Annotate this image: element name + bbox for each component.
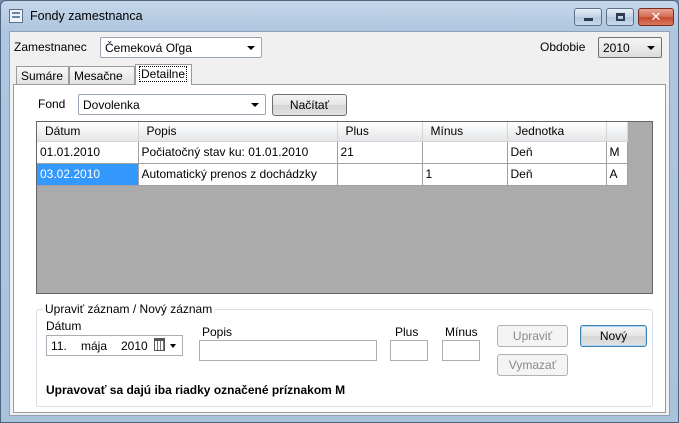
date-picker[interactable]: 11. mája 2010	[46, 335, 183, 356]
fund-select[interactable]: Dovolenka	[78, 94, 266, 115]
records-table: Dátum Popis Plus Mínus Jednotka 01.01.20…	[37, 122, 628, 186]
cell-datum[interactable]: 01.01.2010	[37, 141, 139, 164]
chevron-down-icon	[647, 46, 655, 50]
employee-select[interactable]: Čemeková Oľga	[100, 37, 262, 58]
title-bar[interactable]: Fondy zamestnanca ✕	[1, 1, 678, 31]
column-header-flag[interactable]	[606, 122, 628, 142]
records-grid: Dátum Popis Plus Mínus Jednotka 01.01.20…	[36, 121, 653, 294]
fund-label: Fond	[38, 97, 66, 111]
desc-input[interactable]	[199, 340, 377, 361]
grid-header-row: Dátum Popis Plus Mínus Jednotka	[37, 122, 628, 142]
cell-flag[interactable]: A	[606, 163, 628, 186]
tab-detailne[interactable]: Detailne	[135, 64, 192, 85]
maximize-button[interactable]	[606, 8, 634, 26]
cell-popis[interactable]: Automatický prenos z dochádzky	[138, 163, 338, 186]
app-icon	[9, 9, 23, 23]
cell-jednotka[interactable]: Deň	[507, 141, 607, 164]
column-header-minus[interactable]: Mínus	[422, 122, 508, 142]
cell-plus[interactable]: 21	[337, 141, 423, 164]
tab-panel-detailne: Fond Dovolenka Načítať Dátum Popis Plus	[13, 84, 666, 413]
new-button[interactable]: Nový	[580, 325, 647, 347]
close-icon: ✕	[650, 9, 662, 25]
cell-datum[interactable]: 03.02.2010	[37, 163, 139, 186]
plus-input[interactable]	[390, 340, 428, 361]
employee-label: Zamestnanec	[14, 40, 87, 54]
cell-minus[interactable]	[422, 141, 508, 164]
date-day: 11.	[51, 339, 67, 353]
client-area: Zamestnanec Čemeková Oľga Obdobie 2010 S…	[9, 31, 670, 416]
tab-sumare[interactable]: Sumáre	[16, 66, 69, 84]
chevron-down-icon	[247, 46, 255, 50]
employee-value: Čemeková Oľga	[105, 41, 192, 55]
tab-label: Mesačne	[74, 69, 123, 83]
load-button[interactable]: Načítať	[272, 94, 347, 116]
cell-minus[interactable]: 1	[422, 163, 508, 186]
column-header-plus[interactable]: Plus	[337, 122, 423, 142]
close-button[interactable]: ✕	[638, 8, 674, 26]
date-year: 2010	[121, 339, 148, 353]
chevron-down-icon	[251, 103, 259, 107]
period-select[interactable]: 2010	[598, 37, 662, 58]
cell-plus[interactable]	[337, 163, 423, 186]
tab-label: Sumáre	[21, 69, 64, 83]
date-label: Dátum	[46, 319, 82, 333]
plus-label: Plus	[395, 325, 419, 339]
app-window: Fondy zamestnanca ✕ Zamestnanec Čemeková…	[0, 0, 679, 423]
column-header-datum[interactable]: Dátum	[37, 122, 139, 142]
date-month: mája	[81, 339, 108, 353]
period-label: Obdobie	[540, 40, 586, 54]
desc-label: Popis	[202, 325, 233, 339]
tab-label: Detailne	[138, 66, 188, 82]
cell-jednotka[interactable]: Deň	[507, 163, 607, 186]
calendar-icon	[154, 338, 165, 351]
delete-button[interactable]: Vymazať	[497, 354, 568, 376]
minimize-icon	[583, 18, 593, 21]
edit-note: Upravovať sa dajú iba riadky označené pr…	[46, 383, 346, 397]
column-header-popis[interactable]: Popis	[138, 122, 338, 142]
window-title: Fondy zamestnanca	[30, 9, 143, 23]
table-row[interactable]: 01.01.2010 Počiatočný stav ku: 01.01.201…	[37, 141, 628, 164]
maximize-icon	[615, 13, 625, 21]
minimize-button[interactable]	[574, 8, 602, 26]
chevron-down-icon	[170, 344, 176, 348]
edit-button[interactable]: Upraviť	[497, 325, 568, 347]
minus-label: Mínus	[445, 325, 478, 339]
tab-mesacne[interactable]: Mesačne	[69, 66, 135, 84]
table-row[interactable]: 03.02.2010 Automatický prenos z dochádzk…	[37, 163, 628, 186]
edit-groupbox: Upraviť záznam / Nový záznam Dátum 11. m…	[36, 302, 653, 407]
cell-popis[interactable]: Počiatočný stav ku: 01.01.2010	[138, 141, 338, 164]
period-value: 2010	[603, 41, 630, 55]
fund-value: Dovolenka	[83, 98, 140, 112]
edit-group-title: Upraviť záznam / Nový záznam	[43, 302, 215, 316]
column-header-jednotka[interactable]: Jednotka	[507, 122, 607, 142]
cell-flag[interactable]: M	[606, 141, 628, 164]
minus-input[interactable]	[442, 340, 480, 361]
